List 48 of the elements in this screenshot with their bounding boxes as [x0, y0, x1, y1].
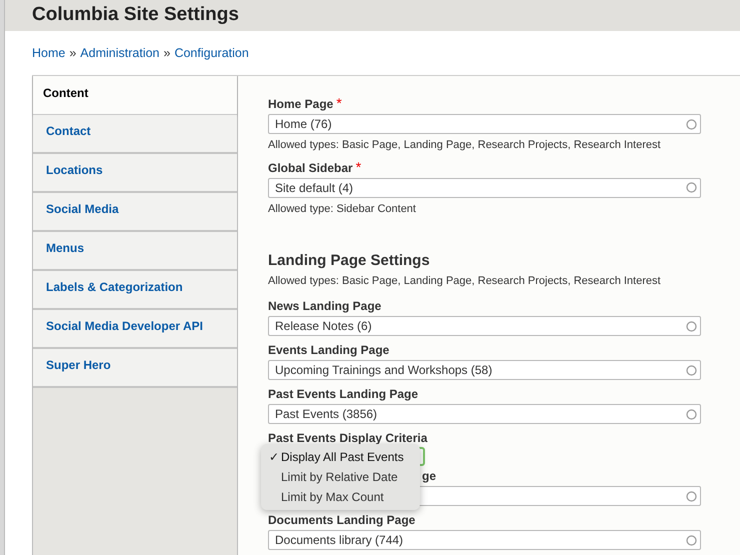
- autocomplete-icon: [686, 320, 697, 332]
- autocomplete-icon: [686, 364, 697, 376]
- autocomplete-icon: [686, 408, 697, 420]
- option-label: Limit by Relative Date: [281, 469, 398, 486]
- autocomplete-icon: [686, 490, 697, 502]
- vertical-tab[interactable]: Social Media Developer API: [33, 310, 237, 349]
- field-label: Home Page: [268, 96, 334, 113]
- check-icon: ✓: [269, 450, 279, 464]
- help-text: Allowed types: Basic Page, Landing Page, Research Projects, Research Interest: [268, 274, 662, 288]
- option-label: Display All Past Events: [281, 449, 404, 466]
- field-label: ge: [422, 468, 436, 485]
- breadcrumb-separator: »: [164, 44, 170, 62]
- required-mark: *: [356, 160, 362, 174]
- help-text: Allowed type: Sidebar Content: [268, 202, 417, 216]
- page-title: Columbia Site Settings: [32, 3, 239, 28]
- help-text: Allowed types: Basic Page, Landing Page, Research Projects, Research Interest: [268, 138, 662, 153]
- vertical-tab[interactable]: Contact: [33, 115, 237, 154]
- field-label: Global Sidebar: [268, 160, 353, 176]
- autocomplete-icon: [686, 118, 697, 130]
- vertical-tab[interactable]: Menus: [33, 232, 237, 271]
- breadcrumb-link[interactable]: Configuration: [174, 44, 249, 62]
- autocomplete-icon: [686, 182, 697, 193]
- field-label: News Landing Page: [268, 298, 382, 315]
- field-label: Past Events Landing Page: [268, 386, 418, 403]
- autocomplete-field[interactable]: Home (76): [268, 114, 701, 134]
- vertical-tab[interactable]: Labels & Categorization: [33, 271, 237, 310]
- option-label: Limit by Max Count: [281, 489, 384, 506]
- breadcrumb-link[interactable]: Home: [32, 44, 66, 62]
- field-label: Events Landing Page: [268, 342, 390, 359]
- vertical-tab[interactable]: Social Media: [33, 193, 237, 232]
- section-heading: Landing Page Settings: [268, 251, 431, 271]
- vertical-tab[interactable]: Locations: [33, 154, 237, 193]
- autocomplete-field[interactable]: Documents library (744): [268, 530, 701, 550]
- required-mark: *: [336, 96, 342, 110]
- autocomplete-field[interactable]: Site default (4): [268, 178, 701, 198]
- vertical-tab[interactable]: Content: [33, 76, 237, 115]
- autocomplete-field[interactable]: Past Events (3856): [268, 404, 701, 424]
- field-label: Past Events Display Criteria: [268, 430, 428, 447]
- menu-option[interactable]: Limit by Max Count: [261, 487, 420, 507]
- field-label: Documents Landing Page: [268, 512, 416, 529]
- autocomplete-field[interactable]: Release Notes (6): [268, 316, 701, 336]
- menu-option[interactable]: ✓ Display All Past Events: [261, 447, 420, 467]
- vertical-tab[interactable]: Super Hero: [33, 349, 237, 388]
- breadcrumb-separator: »: [69, 44, 76, 62]
- breadcrumb-link[interactable]: Administration: [80, 44, 160, 62]
- autocomplete-icon: [686, 534, 697, 546]
- menu-option[interactable]: Limit by Relative Date: [261, 467, 420, 487]
- autocomplete-field[interactable]: Upcoming Trainings and Workshops (58): [268, 360, 701, 380]
